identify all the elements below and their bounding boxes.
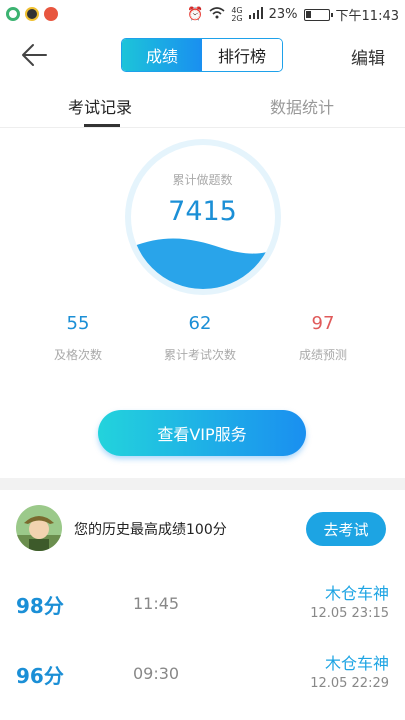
record-date: 12.05 22:29 [310, 676, 389, 691]
tab-score[interactable]: 成绩 [122, 39, 202, 71]
go-exam-button[interactable]: 去考试 [306, 512, 386, 546]
edit-button[interactable]: 编辑 [351, 44, 385, 69]
weibo-icon [44, 7, 58, 21]
clock: 下午11:43 [335, 9, 399, 24]
gauge-label: 累计做题数 [172, 173, 233, 187]
signal-icon [248, 6, 263, 23]
notification-icons [6, 7, 58, 21]
record-duration: 09:30 [133, 664, 180, 683]
stat-exam-count: 62 累计考试次数 [152, 313, 248, 363]
record-user: 木仓车神 [324, 654, 389, 673]
record-duration: 11:45 [133, 594, 180, 613]
vip-service-button[interactable]: 查看VIP服务 [98, 410, 306, 456]
list-item[interactable]: 96分 09:30 木仓车神 12.05 22:29 [0, 644, 405, 704]
tab-data-stats[interactable]: 数据统计 [270, 94, 334, 118]
segmented-control: 成绩 排行榜 [121, 38, 283, 72]
sub-tabs: 考试记录 数据统计 [0, 80, 405, 128]
network-indicator: 4G 2G [231, 5, 243, 23]
record-user: 木仓车神 [324, 584, 389, 603]
record-date: 12.05 23:15 [310, 606, 389, 621]
qq-icon [25, 7, 39, 21]
gauge-value: 7415 [168, 196, 237, 227]
stat-label: 累计考试次数 [163, 348, 236, 362]
arrow-left-icon [22, 44, 47, 66]
section-divider [0, 478, 405, 490]
back-button[interactable] [18, 40, 52, 70]
stat-value: 62 [188, 313, 212, 334]
best-score-text: 您的历史最高成绩100分 [74, 522, 227, 538]
stat-label: 成绩预测 [298, 348, 347, 362]
status-bar: ⏰ 4G 2G 23% 下午11:43 [0, 0, 405, 30]
active-tab-indicator [84, 124, 120, 127]
tab-ranking[interactable]: 排行榜 [202, 39, 282, 71]
alarm-icon: ⏰ [187, 7, 204, 22]
stat-value: 55 [66, 313, 90, 334]
battery-icon [303, 8, 333, 21]
stat-score-prediction: 97 成绩预测 [285, 313, 361, 363]
header: 成绩 排行榜 编辑 [0, 30, 405, 80]
wifi-icon [209, 6, 225, 23]
wechat-icon [6, 7, 20, 21]
battery-percent: 23% [268, 7, 298, 22]
stat-label: 及格次数 [53, 348, 102, 362]
list-item[interactable]: 98分 11:45 木仓车神 12.05 23:15 [0, 574, 405, 634]
record-score: 96分 [16, 664, 64, 688]
stat-value: 97 [311, 313, 335, 334]
tab-exam-records[interactable]: 考试记录 [68, 94, 132, 118]
avatar[interactable] [16, 505, 62, 551]
record-score: 98分 [16, 594, 64, 618]
stat-pass-count: 55 及格次数 [40, 313, 116, 363]
